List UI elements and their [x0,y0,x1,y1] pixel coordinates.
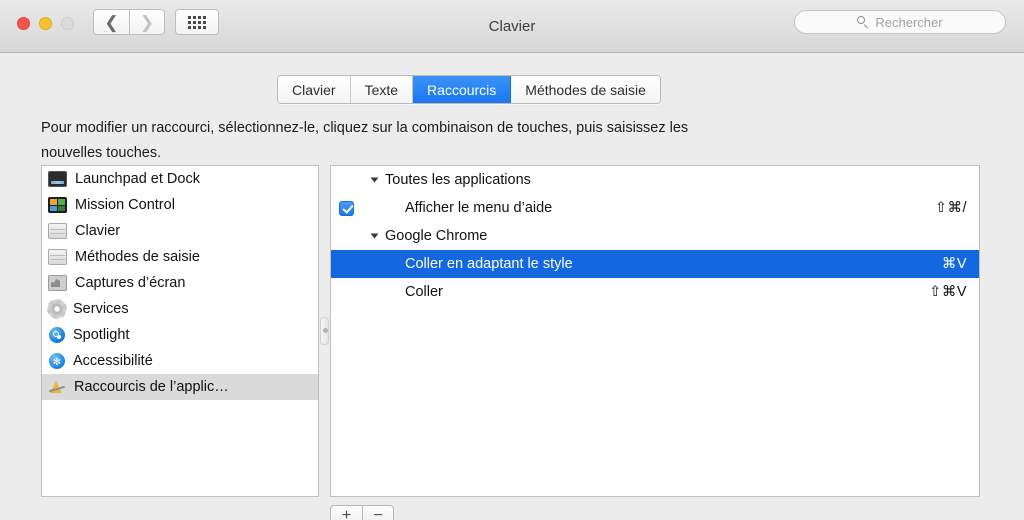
shortcut-group-row[interactable]: Toutes les applications [331,166,979,194]
shortcuts-list[interactable]: Toutes les applications Afficher le menu… [330,165,980,497]
instructions-text: Pour modifier un raccourci, sélectionnez… [41,120,689,161]
disclosure-triangle-icon[interactable] [370,233,379,239]
shortcut-keys[interactable]: ⌘V [942,256,967,272]
group-label: Google Chrome [385,228,488,244]
screenshot-icon [48,275,67,291]
shortcut-row-selected[interactable]: Coller en adaptant le style ⌘V [331,250,979,278]
sidebar-item-label: Mission Control [75,197,175,213]
preferences-content: Clavier Texte Raccourcis Méthodes de sai… [0,53,1024,520]
spotlight-icon [49,327,65,343]
sidebar-item-label: Captures d’écran [75,275,186,291]
keyboard-icon [48,223,67,239]
launchpad-icon [48,171,67,187]
shortcut-label: Afficher le menu d’aide [405,200,553,216]
splitter-grip[interactable] [320,317,329,345]
disclosure-triangle-icon[interactable] [370,177,379,183]
shortcut-keys[interactable]: ⇧⌘V [929,284,967,300]
sidebar-item-label: Launchpad et Dock [75,171,200,187]
accessibility-icon [49,353,65,369]
keyboard-preferences-window: ❮ ❯ Clavier Rechercher Clavier Texte Rac… [0,0,1024,520]
mission-control-icon [48,197,67,213]
window-titlebar: ❮ ❯ Clavier Rechercher [0,0,1024,53]
tab-bar: Clavier Texte Raccourcis Méthodes de sai… [277,75,661,104]
shortcut-categories-list[interactable]: Launchpad et Dock Mission Control Clavie… [41,165,319,497]
sidebar-item-label: Services [73,301,129,317]
tab-raccourcis[interactable]: Raccourcis [413,76,512,103]
sidebar-item-label: Clavier [75,223,121,239]
shortcut-checkbox[interactable] [339,200,354,216]
shortcut-group-row[interactable]: Google Chrome [331,222,979,250]
gear-icon [49,301,65,317]
shortcut-label: Coller en adaptant le style [405,256,573,272]
sidebar-item-accessibilite[interactable]: Accessibilité [42,348,318,374]
group-label: Toutes les applications [385,172,531,188]
remove-shortcut-button[interactable]: − [362,505,394,520]
tab-methodes-de-saisie[interactable]: Méthodes de saisie [511,76,660,103]
sidebar-item-mission-control[interactable]: Mission Control [42,192,318,218]
search-placeholder: Rechercher [875,14,943,30]
panel-splitter[interactable] [319,165,330,497]
sidebar-item-label: Méthodes de saisie [75,249,200,265]
sidebar-item-label: Accessibilité [73,353,153,369]
shortcut-row[interactable]: Coller ⇧⌘V [331,278,979,306]
shortcut-row[interactable]: Afficher le menu d’aide ⇧⌘/ [331,194,979,222]
tab-texte[interactable]: Texte [350,76,414,103]
search-icon [857,15,870,29]
shortcut-keys[interactable]: ⇧⌘/ [935,200,967,216]
sidebar-item-clavier[interactable]: Clavier [42,218,318,244]
add-remove-button-group: + − [330,505,394,520]
shortcut-label: Coller [405,284,443,300]
add-shortcut-button[interactable]: + [330,505,362,520]
tab-clavier[interactable]: Clavier [278,76,351,103]
sidebar-item-label: Raccourcis de l’applic… [74,379,229,395]
sidebar-item-services[interactable]: Services [42,296,318,322]
sidebar-item-captures-decran[interactable]: Captures d’écran [42,270,318,296]
sidebar-item-label: Spotlight [73,327,130,343]
search-input[interactable]: Rechercher [794,10,1006,34]
sidebar-item-raccourcis-de-lapplication[interactable]: Raccourcis de l’applic… [42,374,318,400]
app-shortcuts-icon [49,379,66,395]
sidebar-item-spotlight[interactable]: Spotlight [42,322,318,348]
sidebar-item-launchpad-et-dock[interactable]: Launchpad et Dock [42,166,318,192]
input-methods-icon [48,249,67,265]
sidebar-item-methodes-de-saisie[interactable]: Méthodes de saisie [42,244,318,270]
